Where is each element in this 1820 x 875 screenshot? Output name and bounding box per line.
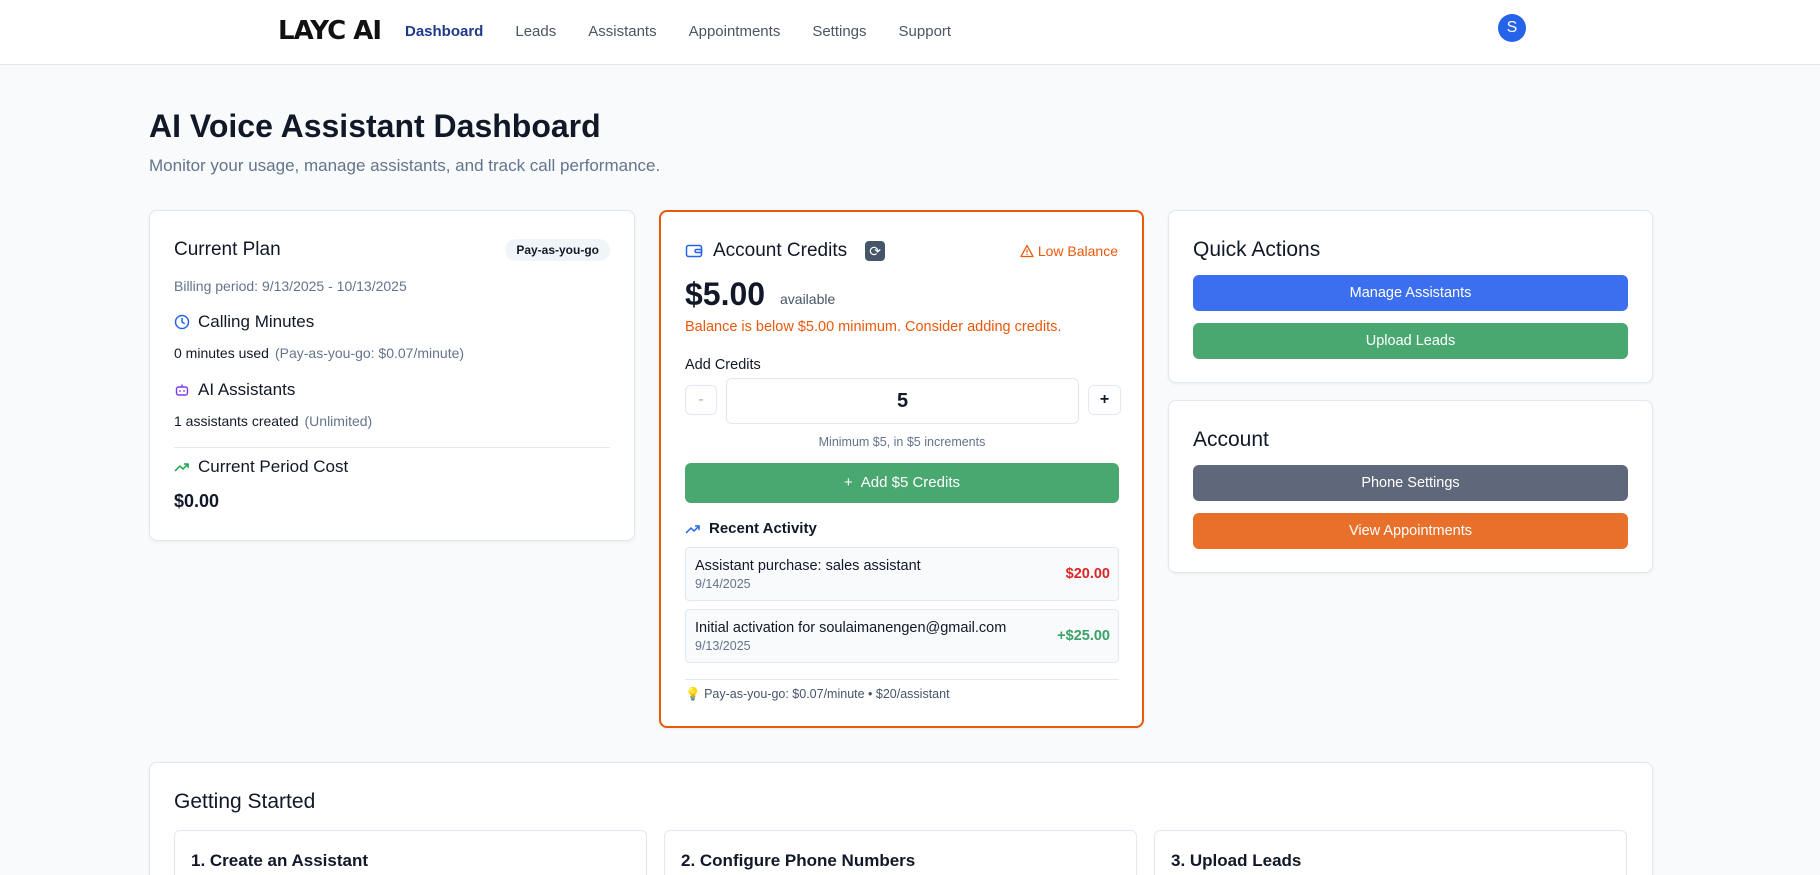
credits-quantity-input[interactable]: 5 <box>726 378 1079 424</box>
account-card: Account Phone Settings View Appointments <box>1168 400 1653 573</box>
assistants-created: 1 assistants created <box>174 413 299 429</box>
nav-settings[interactable]: Settings <box>812 22 866 42</box>
period-cost-value: $0.00 <box>174 491 220 511</box>
assistants-limit: (Unlimited) <box>304 413 373 429</box>
credits-title: Account Credits <box>713 240 848 261</box>
account-credits-card: Account Credits ⟳ Low Balance $5.00 avai… <box>659 210 1144 728</box>
step-title: 1. Create an Assistant <box>191 851 368 870</box>
ai-assistants-header: AI Assistants <box>174 380 295 400</box>
plan-title: Current Plan <box>174 239 281 260</box>
activity-item: Assistant purchase: sales assistant 9/14… <box>685 547 1119 601</box>
view-appointments-button[interactable]: View Appointments <box>1193 513 1628 549</box>
credits-header: Account Credits ⟳ <box>685 240 886 262</box>
activity-item: Initial activation for soulaimanengen@gm… <box>685 609 1119 663</box>
main-nav: Dashboard Leads Assistants Appointments … <box>405 22 983 42</box>
low-balance-label: Low Balance <box>1037 243 1118 259</box>
quick-actions-card: Quick Actions Manage Assistants Upload L… <box>1168 210 1653 383</box>
upload-leads-button[interactable]: Upload Leads <box>1193 323 1628 359</box>
step-card[interactable]: 3. Upload Leads <box>1154 830 1627 875</box>
warning-icon <box>1020 244 1034 258</box>
billing-period: Billing period: 9/13/2025 - 10/13/2025 <box>174 278 407 294</box>
getting-started-title: Getting Started <box>174 790 316 813</box>
assistants-usage: 1 assistants created (Unlimited) <box>174 413 372 429</box>
increment-button[interactable]: + <box>1088 385 1121 415</box>
activity-amount: +$25.00 <box>1057 628 1110 644</box>
nav-appointments[interactable]: Appointments <box>689 22 781 42</box>
activity-description: Assistant purchase: sales assistant <box>695 558 921 574</box>
calling-minutes-title: Calling Minutes <box>198 312 315 331</box>
decrement-button[interactable]: - <box>685 385 717 415</box>
plus-icon: + <box>844 474 853 491</box>
low-balance-badge: Low Balance <box>1020 243 1118 259</box>
activity-date: 9/13/2025 <box>695 639 751 653</box>
recent-activity-header: Recent Activity <box>685 520 817 537</box>
period-cost-header: Current Period Cost <box>174 457 348 477</box>
plan-badge: Pay-as-you-go <box>505 239 610 261</box>
minutes-rate: (Pay-as-you-go: $0.07/minute) <box>274 345 465 361</box>
trending-up-icon <box>174 459 190 475</box>
current-plan-card: Current Plan Pay-as-you-go Billing perio… <box>149 210 635 541</box>
period-cost-title: Current Period Cost <box>198 457 349 476</box>
minutes-used: 0 minutes used <box>174 345 269 361</box>
balance-warning: Balance is below $5.00 minimum. Consider… <box>685 319 1062 335</box>
balance-available-label: available <box>780 291 836 307</box>
quick-actions-title: Quick Actions <box>1193 238 1321 261</box>
logo[interactable]: LAYC AI <box>278 14 382 48</box>
top-navbar: LAYC AI Dashboard Leads Assistants Appoi… <box>0 0 1820 65</box>
minutes-usage: 0 minutes used (Pay-as-you-go: $0.07/minu… <box>174 345 464 361</box>
add-credits-button[interactable]: + Add $5 Credits <box>685 463 1119 503</box>
refresh-icon[interactable]: ⟳ <box>865 241 886 261</box>
activity-date: 9/14/2025 <box>695 577 751 591</box>
activity-description: Initial activation for soulaimanengen@gm… <box>695 620 1007 636</box>
step-title: 2. Configure Phone Numbers <box>681 851 916 870</box>
nav-leads[interactable]: Leads <box>515 22 556 42</box>
step-title: 3. Upload Leads <box>1171 851 1302 870</box>
recent-activity-title: Recent Activity <box>709 520 817 537</box>
balance-amount: $5.00 <box>685 276 766 312</box>
credits-footer-divider <box>685 679 1119 680</box>
trending-up-icon <box>685 521 701 537</box>
page-subtitle: Monitor your usage, manage assistants, a… <box>149 156 661 175</box>
nav-support[interactable]: Support <box>899 22 952 42</box>
add-credits-label: Add Credits <box>685 357 761 373</box>
ai-assistants-title: AI Assistants <box>198 380 296 399</box>
lightbulb-icon: 💡 <box>685 687 701 701</box>
account-title: Account <box>1193 428 1269 451</box>
getting-started-card: Getting Started 1. Create an Assistant 2… <box>149 762 1653 875</box>
phone-settings-button[interactable]: Phone Settings <box>1193 465 1628 501</box>
pricing-note-text: Pay-as-you-go: $0.07/minute • $20/assist… <box>704 687 950 701</box>
nav-assistants[interactable]: Assistants <box>588 22 656 42</box>
user-avatar[interactable]: S <box>1498 14 1526 42</box>
pricing-note: 💡 Pay-as-you-go: $0.07/minute • $20/assi… <box>685 687 950 702</box>
nav-dashboard[interactable]: Dashboard <box>405 22 483 42</box>
add-credits-button-label: Add $5 Credits <box>860 474 960 491</box>
robot-icon <box>174 382 190 398</box>
wallet-icon <box>685 242 703 260</box>
activity-amount: $20.00 <box>1065 566 1110 582</box>
calling-minutes-header: Calling Minutes <box>174 312 314 332</box>
step-card[interactable]: 2. Configure Phone Numbers <box>664 830 1137 875</box>
manage-assistants-button[interactable]: Manage Assistants <box>1193 275 1628 311</box>
step-card[interactable]: 1. Create an Assistant <box>174 830 647 875</box>
plan-divider <box>174 447 610 448</box>
page-title: AI Voice Assistant Dashboard <box>149 108 601 144</box>
clock-icon <box>174 314 190 330</box>
minimum-note: Minimum $5, in $5 increments <box>818 435 986 449</box>
